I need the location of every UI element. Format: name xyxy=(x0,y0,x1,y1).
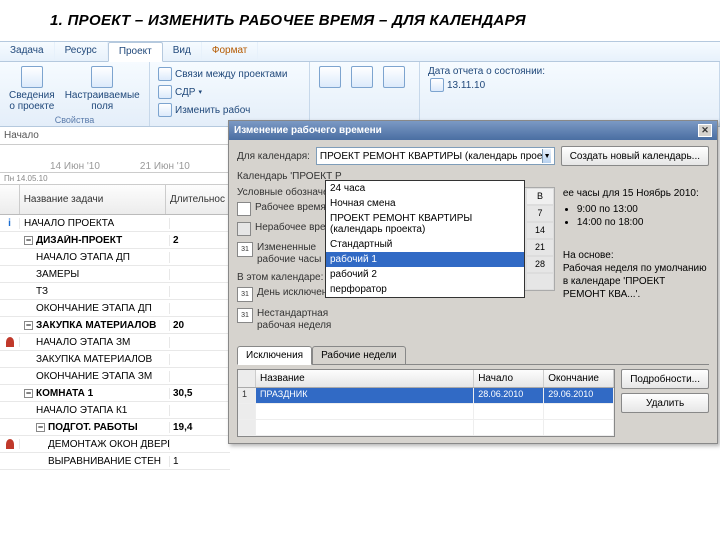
dropdown-option[interactable]: Ночная смена xyxy=(326,196,524,211)
wbs-button[interactable]: СДР▾ xyxy=(156,84,303,100)
wbs-icon xyxy=(158,85,172,99)
collapse-icon[interactable]: − xyxy=(24,236,33,245)
collapse-icon[interactable]: − xyxy=(36,423,45,432)
ribbon-tabs: Задача Ресурс Проект Вид Формат xyxy=(0,42,720,62)
task-row[interactable]: −ПОДГОТ. РАБОТЫ19,4 xyxy=(0,419,230,436)
dropdown-option[interactable]: ПРОЕКТ РЕМОНТ КВАРТИРЫ (календарь проект… xyxy=(326,211,524,237)
task-row[interactable]: ОКОНЧАНИЕ ЭТАПА ДП xyxy=(0,300,230,317)
collapse-icon[interactable]: − xyxy=(24,389,33,398)
dropdown-option[interactable]: рабочий 2 xyxy=(326,267,524,282)
col-start[interactable]: Начало xyxy=(474,370,544,387)
calendar-day[interactable]: 7 xyxy=(526,205,554,222)
task-row[interactable]: НАЧАЛО ЭТАПА ДП xyxy=(0,249,230,266)
col-name[interactable]: Название xyxy=(256,370,474,387)
ribbon: Задача Ресурс Проект Вид Формат Сведения… xyxy=(0,41,720,127)
tab-project[interactable]: Проект xyxy=(108,42,163,62)
hours-for-label: ее часы для 15 Ноябрь 2010: xyxy=(563,187,709,200)
person-icon xyxy=(6,439,14,449)
task-row[interactable]: −ЗАКУПКА МАТЕРИАЛОВ20 xyxy=(0,317,230,334)
based-on-label: На основе: xyxy=(563,249,709,262)
calendar-day[interactable]: 14 xyxy=(526,222,554,239)
tab-format[interactable]: Формат xyxy=(202,42,259,61)
exception-row[interactable]: 1 ПРАЗДНИК 28.06.2010 29.06.2010 xyxy=(238,388,614,404)
dropdown-option[interactable]: перфоратор xyxy=(326,282,524,297)
dropdown-option[interactable]: Стандартный xyxy=(326,237,524,252)
move-icon xyxy=(383,66,405,88)
based-on-value: Рабочая неделя по умолчанию в календаре … xyxy=(563,262,709,301)
calendar-day[interactable]: 28 xyxy=(526,256,554,273)
tab-task[interactable]: Задача xyxy=(0,42,55,61)
task-grid: Начало 14 Июн '1021 Июн '10 Пн 14.05.10 … xyxy=(0,127,230,470)
timeline: 14 Июн '1021 Июн '10 xyxy=(0,145,230,173)
task-row[interactable]: ДЕМОНТАЖ ОКОН ДВЕРЕЙ xyxy=(0,436,230,453)
task-row[interactable]: ОКОНЧАНИЕ ЭТАПА ЗМ xyxy=(0,368,230,385)
status-date-button[interactable]: 13.11.10 xyxy=(428,77,711,93)
col-taskname[interactable]: Название задачи xyxy=(20,185,166,214)
link-icon xyxy=(158,67,172,81)
calc-button[interactable] xyxy=(316,64,344,90)
task-row[interactable]: iНАЧАЛО ПРОЕКТА xyxy=(0,215,230,232)
calc-icon xyxy=(319,66,341,88)
col-indicator[interactable] xyxy=(0,185,20,214)
person-icon xyxy=(6,337,14,347)
task-row[interactable]: ТЗ xyxy=(0,283,230,300)
calendar-day[interactable]: 21 xyxy=(526,239,554,256)
task-row[interactable]: ЗАКУПКА МАТЕРИАЛОВ xyxy=(0,351,230,368)
task-row[interactable]: НАЧАЛО ЭТАПА К1 xyxy=(0,402,230,419)
col-duration[interactable]: Длительнос xyxy=(166,185,230,214)
hours-1: 9:00 по 13:00 xyxy=(577,203,709,216)
task-row[interactable]: −КОМНАТА 130,5 xyxy=(0,385,230,402)
collapse-icon[interactable]: − xyxy=(24,321,33,330)
page-title: 1. ПРОЕКТ – ИЗМЕНИТЬ РАБОЧЕЕ ВРЕМЯ – ДЛЯ… xyxy=(0,0,720,41)
change-working-time-button[interactable]: Изменить рабоч xyxy=(156,102,303,118)
task-row[interactable]: ЗАМЕРЫ xyxy=(0,266,230,283)
chevron-down-icon[interactable]: ▼ xyxy=(542,149,550,163)
task-row[interactable]: ВЫРАВНИВАНИЕ СТЕН1 xyxy=(0,453,230,470)
tab-view[interactable]: Вид xyxy=(163,42,202,61)
hours-2: 14:00 по 18:00 xyxy=(577,216,709,229)
tab-exceptions[interactable]: Исключения xyxy=(237,346,312,365)
calendar-dropdown[interactable]: 24 часаНочная сменаПРОЕКТ РЕМОНТ КВАРТИР… xyxy=(325,180,525,298)
fields-icon xyxy=(91,66,113,88)
task-row[interactable]: НАЧАЛО ЭТАПА ЗМ xyxy=(0,334,230,351)
group-label: Свойства xyxy=(6,114,143,126)
custom-fields-button[interactable]: Настраиваемые поля xyxy=(62,64,143,114)
dialog-title: Изменение рабочего времени xyxy=(234,125,382,136)
baseline-icon xyxy=(351,66,373,88)
info-icon: i xyxy=(8,218,11,229)
baseline-button[interactable] xyxy=(348,64,376,90)
project-links-button[interactable]: Связи между проектами xyxy=(156,66,303,82)
date-icon xyxy=(430,78,444,92)
close-icon[interactable]: ✕ xyxy=(698,124,712,137)
exceptions-table[interactable]: Название Начало Окончание 1 ПРАЗДНИК 28.… xyxy=(237,369,615,437)
legend-nonstd-week: 31Нестандартная рабочая неделя xyxy=(237,308,352,332)
calendar-icon xyxy=(158,103,172,117)
info-icon xyxy=(21,66,43,88)
new-calendar-button[interactable]: Создать новый календарь... xyxy=(561,146,709,166)
calendar-day[interactable] xyxy=(526,273,554,290)
status-date-label: Дата отчета о состоянии: xyxy=(428,66,711,77)
dropdown-option[interactable]: рабочий 1 xyxy=(326,252,524,267)
col-end[interactable]: Окончание xyxy=(544,370,614,387)
project-info-button[interactable]: Сведения о проекте xyxy=(6,64,58,114)
tab-resource[interactable]: Ресурс xyxy=(55,42,108,61)
details-button[interactable]: Подробности... xyxy=(621,369,709,389)
move-button[interactable] xyxy=(380,64,408,90)
dropdown-option[interactable]: 24 часа xyxy=(326,181,524,196)
calendar-combo[interactable]: ПРОЕКТ РЕМОНТ КВАРТИРЫ (календарь прое▼ xyxy=(316,147,555,165)
tab-workweeks[interactable]: Рабочие недели xyxy=(312,346,405,365)
delete-button[interactable]: Удалить xyxy=(621,393,709,413)
for-calendar-label: Для календаря: xyxy=(237,151,310,162)
task-row[interactable]: −ДИЗАЙН-ПРОЕКТ2 xyxy=(0,232,230,249)
